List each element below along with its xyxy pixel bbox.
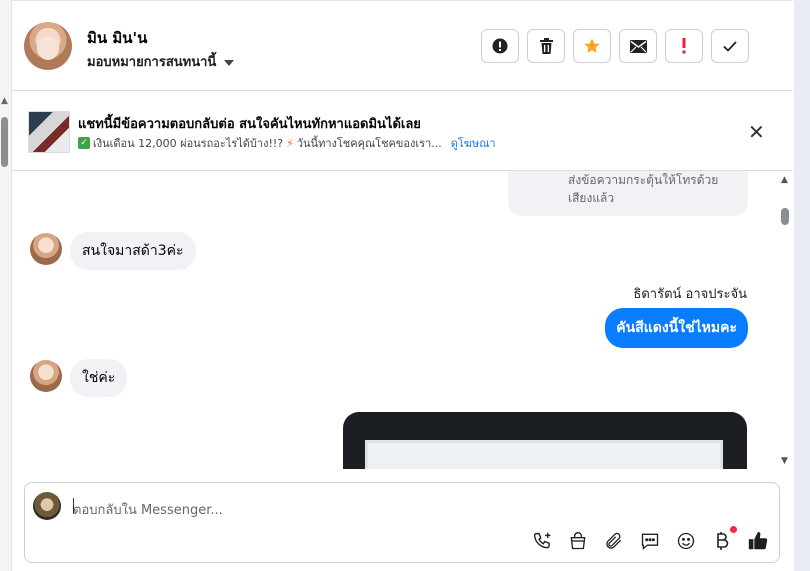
star-button[interactable] — [573, 29, 611, 63]
mark-unread-button[interactable] — [619, 29, 657, 63]
contact-name[interactable]: มิน มิน'น — [87, 26, 147, 50]
scroll-up-icon[interactable]: ▲ — [781, 175, 788, 185]
ad-subtitle-part2: วันนี้ทางโชคคุณโชคของเรา... — [296, 137, 442, 150]
chat-bubble-icon — [641, 533, 659, 550]
caret-down-icon — [224, 59, 235, 66]
scrollbar-thumb[interactable] — [1, 117, 8, 167]
saved-replies-button[interactable] — [639, 530, 661, 552]
reply-input[interactable]: ตอบกลับใน Messenger... — [73, 499, 223, 520]
envelope-icon — [629, 39, 647, 53]
assign-conversation-dropdown[interactable]: มอบหมายการสนทนานี้ — [87, 51, 235, 72]
message-thread: ส่งข้อความกระตุ้นให้โทรด้วย เสียงแล้ว สน… — [12, 171, 778, 469]
scrollbar-thumb[interactable] — [781, 208, 789, 225]
image-attachment[interactable] — [343, 412, 747, 469]
scroll-up-icon[interactable]: ▲ — [1, 96, 8, 106]
outer-scrollbar[interactable]: ▲ — [0, 0, 12, 571]
view-ad-link[interactable]: ดูโฆษณา — [451, 134, 496, 152]
ad-thumbnail[interactable] — [28, 111, 70, 153]
assign-label: มอบหมายการสนทนานี้ — [87, 55, 217, 70]
scroll-down-icon[interactable]: ▼ — [781, 456, 788, 466]
contact-avatar[interactable] — [24, 22, 72, 70]
shop-button[interactable] — [567, 530, 589, 552]
voice-note-text: ส่งข้อความกระตุ้นให้โทรด้วย เสียงแล้ว — [568, 171, 718, 207]
incoming-message: สนใจมาสด้า3ค่ะ — [70, 232, 196, 270]
check-box-icon: ✓ — [78, 137, 90, 149]
mark-done-button[interactable] — [711, 29, 749, 63]
voice-note-bubble: ส่งข้อความกระตุ้นให้โทรด้วย เสียงแล้ว — [508, 171, 748, 216]
emoji-button[interactable] — [675, 530, 697, 552]
close-icon[interactable]: ✕ — [748, 120, 765, 144]
composer-toolbar — [531, 526, 769, 552]
like-button[interactable] — [747, 530, 769, 552]
ad-title: แชทนี้มีข้อความตอบกลับต่อ สนใจคันไหนทักห… — [78, 117, 421, 132]
header-actions — [481, 29, 749, 63]
page-avatar — [33, 492, 61, 520]
incoming-message: ใช่ค่ะ — [70, 359, 128, 397]
conversation-header: มิน มิน'น มอบหมายการสนทนานี้ — [12, 0, 793, 91]
emoji-icon — [677, 532, 695, 550]
attach-button[interactable] — [603, 530, 625, 552]
thread-scrollbar[interactable]: ▲ ▼ — [778, 171, 793, 469]
ad-subtitle-part1: เงินเดือน 12,000 ผ่อนรถอะไรได้บ้าง!!? — [93, 137, 284, 150]
paperclip-icon — [606, 532, 622, 549]
star-icon — [584, 38, 600, 53]
voice-note-line-2: เสียงแล้ว — [568, 191, 615, 205]
message-composer[interactable]: ตอบกลับใน Messenger... — [24, 482, 780, 563]
call-button[interactable] — [531, 530, 553, 552]
thumbs-up-icon — [748, 531, 768, 550]
contact-avatar-small[interactable] — [30, 360, 62, 392]
image-preview — [365, 440, 723, 469]
contact-avatar-small[interactable] — [30, 233, 62, 265]
delete-button[interactable] — [527, 29, 565, 63]
baht-icon — [717, 532, 729, 550]
outgoing-message: คันสีแดงนี้ใช่ไหมคะ — [605, 308, 748, 348]
check-icon — [723, 40, 737, 52]
notification-dot — [730, 526, 737, 533]
phone-plus-icon — [533, 532, 550, 548]
voice-note-line-1: ส่งข้อความกระตุ้นให้โทรด้วย — [568, 173, 719, 187]
agent-name: ธิดารัตน์ อาจประจัน — [633, 287, 747, 302]
payment-button[interactable] — [711, 526, 737, 552]
alert-icon — [492, 38, 508, 54]
right-edge-panel — [794, 0, 810, 571]
trash-icon — [539, 38, 553, 54]
ad-subtitle: ✓ เงินเดือน 12,000 ผ่อนรถอะไรได้บ้าง!!? … — [78, 134, 496, 152]
exclamation-icon — [682, 38, 686, 54]
lightning-icon: ⚡ — [286, 136, 294, 150]
ad-banner: แชทนี้มีข้อความตอบกลับต่อ สนใจคันไหนทักห… — [12, 92, 793, 171]
follow-up-button[interactable] — [665, 29, 703, 63]
report-spam-button[interactable] — [481, 29, 519, 63]
shopping-bag-icon — [570, 532, 586, 550]
